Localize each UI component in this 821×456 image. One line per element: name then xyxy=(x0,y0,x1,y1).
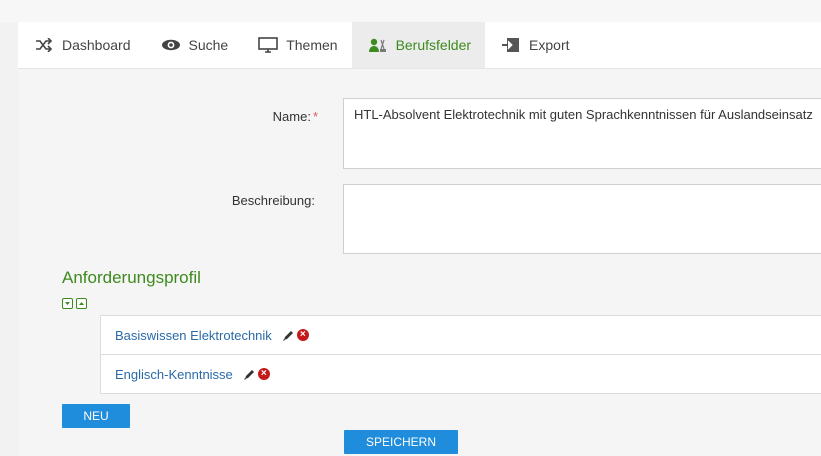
nav-item-dashboard[interactable]: Dashboard xyxy=(18,22,145,68)
eye-icon xyxy=(161,37,181,53)
collapse-all-icon[interactable] xyxy=(76,298,87,309)
name-field[interactable]: HTL-Absolvent Elektrotechnik mit guten S… xyxy=(343,98,821,169)
form-panel: Name: * HTL-Absolvent Elektrotechnik mit … xyxy=(18,69,821,456)
nav-label-themen: Themen xyxy=(286,37,338,53)
nav-item-suche[interactable]: Suche xyxy=(145,22,243,68)
delete-icon[interactable]: × xyxy=(296,329,309,341)
expand-all-icon[interactable] xyxy=(62,298,73,309)
requirement-link[interactable]: Englisch-Kenntnisse xyxy=(115,367,233,382)
nav-label-export: Export xyxy=(529,37,570,53)
requirements-list: Basiswissen Elektrotechnik × Englisch-Ke… xyxy=(100,315,821,394)
nav-item-berufsfelder[interactable]: Berufsfelder xyxy=(351,22,486,68)
main-navbar: Dashboard Suche Themen Berufsfelder Expo… xyxy=(18,22,821,69)
save-button[interactable]: SPEICHERN xyxy=(344,430,458,454)
nav-label-berufsfelder: Berufsfelder xyxy=(395,37,472,53)
requirement-link[interactable]: Basiswissen Elektrotechnik xyxy=(115,328,272,343)
new-button[interactable]: NEU xyxy=(62,404,130,428)
pencil-icon[interactable] xyxy=(282,329,295,342)
list-item: Englisch-Kenntnisse × xyxy=(101,355,821,393)
pencil-icon[interactable] xyxy=(243,368,256,381)
name-label: Name: * xyxy=(118,109,318,124)
nav-label-suche: Suche xyxy=(188,37,229,53)
section-title-anforderungsprofil: Anforderungsprofil xyxy=(62,268,201,287)
nav-item-export[interactable]: Export xyxy=(485,22,583,68)
expand-collapse-controls xyxy=(62,298,87,309)
top-strip xyxy=(0,0,821,22)
name-label-text: Name: xyxy=(272,109,311,124)
nav-label-dashboard: Dashboard xyxy=(62,37,131,53)
worker-icon xyxy=(368,37,388,53)
shuffle-icon xyxy=(34,37,54,53)
nav-item-themen[interactable]: Themen xyxy=(242,22,351,68)
description-label: Beschreibung: xyxy=(231,193,315,208)
list-item: Basiswissen Elektrotechnik × xyxy=(101,316,821,355)
description-field[interactable] xyxy=(343,184,821,254)
required-marker: * xyxy=(312,109,318,124)
monitor-icon xyxy=(258,37,279,53)
delete-icon[interactable]: × xyxy=(257,368,270,380)
export-icon xyxy=(501,37,521,53)
